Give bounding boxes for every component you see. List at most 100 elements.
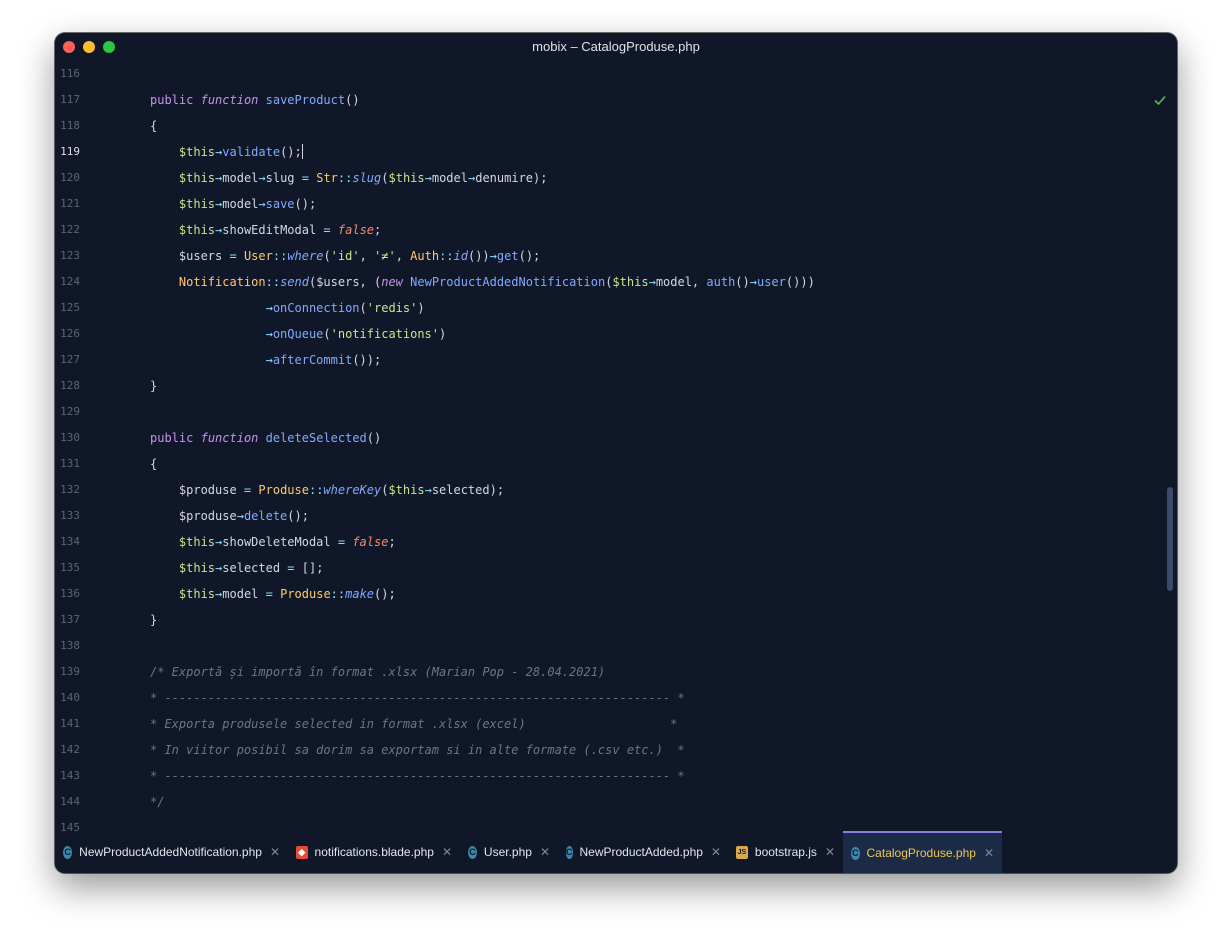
code-line[interactable]: 118 {	[55, 113, 1155, 139]
code-line[interactable]: 120 $this→model→slug = Str::slug($this→m…	[55, 165, 1155, 191]
code-line[interactable]: 127 →afterCommit());	[55, 347, 1155, 373]
line-code[interactable]: * In viitor posibil sa dorim sa exportam…	[150, 737, 685, 763]
editor-tab[interactable]: C NewProductAdded.php ✕	[558, 831, 728, 873]
code-line[interactable]: 123 $users = User::where('id', '≠', Auth…	[55, 243, 1155, 269]
line-code[interactable]: /* Exportă și importă în format .xlsx (M…	[150, 659, 605, 685]
line-number: 145	[60, 821, 80, 831]
code-line[interactable]: 136 $this→model = Produse::make();	[55, 581, 1155, 607]
code-line[interactable]: 142 * In viitor posibil sa dorim sa expor…	[55, 737, 1155, 763]
line-code[interactable]: $this→showDeleteModal = false;	[150, 529, 396, 555]
line-code[interactable]: $users = User::where('id', '≠', Auth::id…	[150, 243, 540, 269]
code-line[interactable]: 145	[55, 815, 1155, 831]
no-problems-check-icon[interactable]	[1153, 93, 1167, 107]
ide-window: mobix – CatalogProduse.php 116 117 public …	[55, 33, 1177, 873]
code-line[interactable]: 125 →onConnection('redis')	[55, 295, 1155, 321]
editor-tab[interactable]: C User.php ✕	[460, 831, 558, 873]
code-line[interactable]: 140 * -----------------------------------…	[55, 685, 1155, 711]
code-line[interactable]: 129	[55, 399, 1155, 425]
line-number: 121	[60, 197, 80, 210]
line-code[interactable]: }	[150, 373, 157, 399]
code-line[interactable]: 135 $this→selected = [];	[55, 555, 1155, 581]
line-code[interactable]: →afterCommit());	[150, 347, 382, 373]
code-line[interactable]: 138	[55, 633, 1155, 659]
line-number: 137	[60, 613, 80, 626]
line-code[interactable]: $this→model→save();	[150, 191, 316, 217]
close-tab-icon[interactable]: ✕	[540, 845, 550, 859]
line-number: 131	[60, 457, 80, 470]
line-number: 132	[60, 483, 80, 496]
line-number: 118	[60, 119, 80, 132]
code-line[interactable]: 116	[55, 61, 1155, 87]
line-code[interactable]: * --------------------------------------…	[150, 685, 685, 711]
line-number: 124	[60, 275, 80, 288]
line-number: 142	[60, 743, 80, 756]
code-line[interactable]: 134 $this→showDeleteModal = false;	[55, 529, 1155, 555]
line-code[interactable]: {	[150, 113, 157, 139]
code-line[interactable]: 139 /* Exportă și importă în format .xlsx…	[55, 659, 1155, 685]
code-line[interactable]: 130 public function deleteSelected()	[55, 425, 1155, 451]
line-code[interactable]: →onQueue('notifications')	[150, 321, 447, 347]
editor-tab[interactable]: C CatalogProduse.php ✕	[843, 831, 1002, 873]
close-tab-icon[interactable]: ✕	[825, 845, 835, 859]
line-code[interactable]: public function saveProduct()	[150, 87, 360, 113]
line-code[interactable]: Notification::send($users, (new NewProdu…	[150, 269, 815, 295]
line-code[interactable]: * --------------------------------------…	[150, 763, 685, 789]
line-number: 122	[60, 223, 80, 236]
line-code[interactable]: $this→selected = [];	[150, 555, 324, 581]
line-code[interactable]: * Exporta produsele selected in format .…	[150, 711, 677, 737]
code-line[interactable]: 117 public function saveProduct()	[55, 87, 1155, 113]
line-number: 125	[60, 301, 80, 314]
line-code[interactable]: →onConnection('redis')	[150, 295, 425, 321]
line-number: 139	[60, 665, 80, 678]
close-tab-icon[interactable]: ✕	[711, 845, 721, 859]
code-line[interactable]: 133 $produse→delete();	[55, 503, 1155, 529]
line-code[interactable]: $produse = Produse::whereKey($this→selec…	[150, 477, 504, 503]
php-class-icon: C	[468, 845, 477, 859]
editor-tab[interactable]: JS bootstrap.js ✕	[728, 831, 843, 873]
line-number: 126	[60, 327, 80, 340]
minimize-window-button[interactable]	[83, 41, 95, 53]
line-code[interactable]: $this→showEditModal = false;	[150, 217, 381, 243]
line-code[interactable]: }	[150, 607, 157, 633]
line-code[interactable]: $this→validate();	[150, 139, 303, 165]
code-line[interactable]: 144 */	[55, 789, 1155, 815]
line-code[interactable]: */	[150, 789, 164, 815]
code-line[interactable]: 122 $this→showEditModal = false;	[55, 217, 1155, 243]
line-code[interactable]: $produse→delete();	[150, 503, 309, 529]
close-tab-icon[interactable]: ✕	[270, 845, 280, 859]
line-number: 129	[60, 405, 80, 418]
window-title: mobix – CatalogProduse.php	[532, 39, 700, 54]
code-line[interactable]: 131 {	[55, 451, 1155, 477]
line-code[interactable]: {	[150, 451, 157, 477]
code-line[interactable]: 143 * -----------------------------------…	[55, 763, 1155, 789]
vertical-scrollbar[interactable]	[1167, 487, 1173, 591]
editor-tab[interactable]: C NewProductAddedNotification.php ✕	[55, 831, 288, 873]
code-line[interactable]: 119 $this→validate();	[55, 139, 1155, 165]
code-editor[interactable]: 116 117 public function saveProduct() 118 {1…	[55, 61, 1177, 831]
close-tab-icon[interactable]: ✕	[442, 845, 452, 859]
line-number: 136	[60, 587, 80, 600]
code-line[interactable]: 137}	[55, 607, 1155, 633]
line-code[interactable]: $this→model = Produse::make();	[150, 581, 396, 607]
close-tab-icon[interactable]: ✕	[984, 846, 994, 860]
line-number: 123	[60, 249, 80, 262]
tab-label: User.php	[483, 845, 532, 859]
line-code[interactable]: $this→model→slug = Str::slug($this→model…	[150, 165, 548, 191]
maximize-window-button[interactable]	[103, 41, 115, 53]
php-class-icon: C	[63, 845, 73, 859]
code-line[interactable]: 141 * Exporta produsele selected in forma…	[55, 711, 1155, 737]
blade-icon: ◆	[296, 845, 308, 859]
editor-tab[interactable]: ◆ notifications.blade.php ✕	[288, 831, 460, 873]
code-lines[interactable]: 116 117 public function saveProduct() 118 {1…	[55, 61, 1155, 831]
code-line[interactable]: 132 $produse = Produse::whereKey($this→s…	[55, 477, 1155, 503]
line-code[interactable]: public function deleteSelected()	[150, 425, 381, 451]
line-number: 134	[60, 535, 80, 548]
code-line[interactable]: 126 →onQueue('notifications')	[55, 321, 1155, 347]
line-number: 135	[60, 561, 80, 574]
code-line[interactable]: 124 Notification::send($users, (new NewP…	[55, 269, 1155, 295]
php-class-icon: C	[566, 845, 573, 859]
close-window-button[interactable]	[63, 41, 75, 53]
code-line[interactable]: 128}	[55, 373, 1155, 399]
code-line[interactable]: 121 $this→model→save();	[55, 191, 1155, 217]
text-caret	[301, 144, 303, 159]
